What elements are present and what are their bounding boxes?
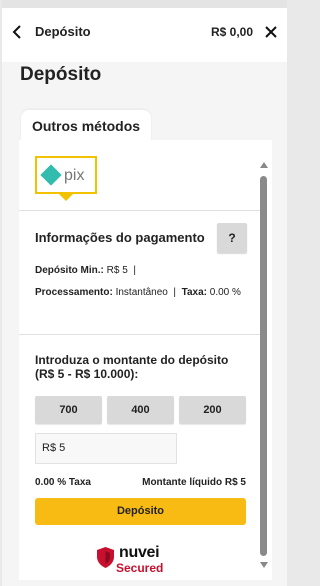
quick-amount-button[interactable]: 200 — [179, 396, 246, 424]
deposit-button[interactable]: Depósito — [35, 498, 246, 525]
processing-line: Processamento: Instantâneo | Taxa: 0.00 … — [35, 287, 241, 298]
page-title: Depósito — [20, 64, 102, 85]
payment-info-title: Informações do pagamento — [35, 230, 205, 245]
scroll-down-arrow-icon[interactable] — [260, 562, 268, 568]
balance-display: R$ 0,00 — [210, 25, 253, 39]
quick-amount-button[interactable]: 400 — [107, 396, 174, 424]
deposit-panel: Depósito R$ 0,00 Depósito Outros métodos… — [2, 0, 287, 586]
amount-input[interactable]: R$ 5 — [35, 433, 177, 464]
fee-text: 0.00 % Taxa — [35, 477, 91, 488]
min-deposit-line: Depósito Min.: R$ 5 | — [35, 265, 136, 276]
svg-text:pix: pix — [64, 167, 84, 184]
scrollbar[interactable] — [258, 162, 268, 572]
quick-amount-button[interactable]: 700 — [35, 396, 102, 424]
divider — [19, 334, 264, 335]
tab-other-methods[interactable]: Outros métodos — [21, 110, 151, 142]
selection-pointer — [59, 194, 73, 201]
net-amount-text: Montante líquido R$ 5 — [142, 477, 246, 488]
arrow-left-icon[interactable] — [10, 24, 26, 40]
scroll-up-arrow-icon[interactable] — [260, 162, 268, 168]
shield-icon — [97, 547, 114, 568]
top-bar: Depósito R$ 0,00 — [2, 0, 287, 62]
payment-card: pix Informações do pagamento ? Depósito … — [19, 140, 272, 580]
nuvei-secured-badge: nuvei Secured — [97, 544, 187, 576]
help-button[interactable]: ? — [217, 223, 247, 253]
secured-label: Secured — [116, 561, 164, 575]
scroll-thumb[interactable] — [260, 176, 267, 556]
nuvei-brand: nuvei — [119, 544, 160, 561]
pix-method-tile[interactable]: pix — [35, 156, 97, 194]
divider — [19, 210, 264, 211]
close-icon[interactable] — [264, 25, 278, 39]
header-title: Depósito — [35, 24, 91, 39]
amount-title: Introduza o montante do depósito (R$ 5 -… — [35, 353, 229, 381]
pix-logo-icon: pix — [40, 164, 84, 186]
